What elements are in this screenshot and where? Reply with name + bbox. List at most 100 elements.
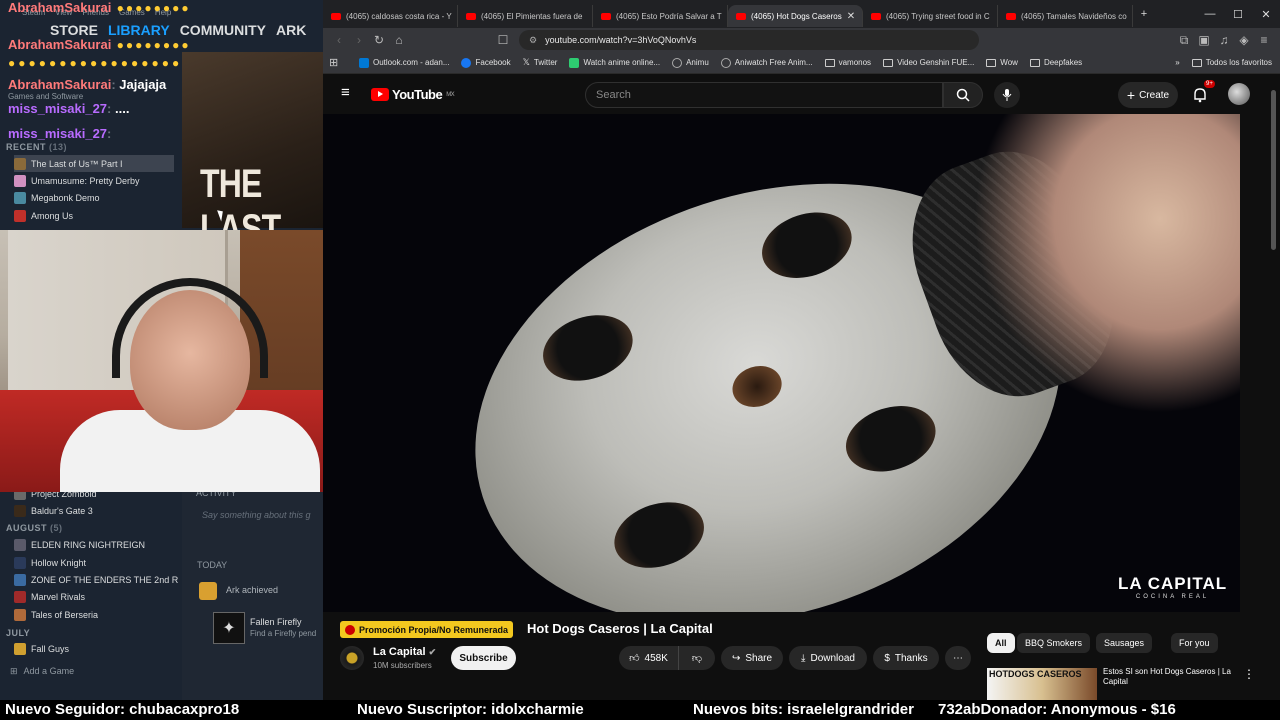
more-actions-icon[interactable]: ⋯ [945,646,971,670]
voice-search-button[interactable] [994,82,1020,108]
library-game-item[interactable]: Marvel Rivals [14,588,174,605]
browser-tab-active[interactable]: (4065) Hot Dogs Caseros ✕ [728,5,863,27]
plus-icon: ⊞ [10,666,18,676]
sidebar-icon[interactable]: ▣ [1194,33,1214,47]
reload-icon[interactable]: ↻ [369,33,389,47]
recommended-more-icon[interactable]: ⋮ [1243,667,1255,681]
add-game-button[interactable]: ⊞ Add a Game [10,666,74,677]
game-title: The Last of Us™ Part I [31,158,123,169]
chat-line: miss_misaki_27: [8,126,112,141]
august-section-header[interactable]: AUGUST (5) [6,523,63,533]
game-title: Baldur's Gate 3 [31,505,93,516]
tab-title: (4065) caldosas costa rica - Y [346,11,452,21]
globe-icon [672,57,683,68]
tab-close-icon[interactable]: ✕ [847,11,855,22]
search-button[interactable] [943,82,983,108]
bookmark-item[interactable]: Animu [672,57,709,68]
settings-menu-icon[interactable]: ≡ [1254,33,1274,47]
browser-tab[interactable]: (4065) Esto Podría Salvar a T [593,5,728,27]
hamburger-menu-icon[interactable]: ≡ [341,85,350,100]
library-game-item[interactable]: Hollow Knight [14,554,174,571]
channel-name[interactable]: La Capital ✔ [373,646,436,658]
new-tab-icon[interactable]: + [1133,8,1155,20]
watermark-main: LA CAPITAL [1118,574,1228,593]
bookmark-folder[interactable]: Deepfakes [1029,58,1082,67]
chat-user: miss_misaki_27 [8,126,108,141]
folder-icon [883,58,894,67]
close-window-icon[interactable]: ✕ [1252,8,1280,21]
chip-sausages[interactable]: Sausages [1096,633,1153,653]
site-info-icon[interactable]: ⚙ [529,35,537,46]
dislike-button[interactable]: 👎︎ [679,646,715,670]
plate-hole [837,395,945,483]
library-game-item[interactable]: The Last of Us™ Part I [14,155,174,172]
page-scrollbar[interactable] [1271,90,1276,250]
channel-watermark: LA CAPITAL COCINA REAL [1118,574,1227,600]
library-game-item[interactable]: Among Us [14,207,174,224]
bookmark-folder[interactable]: vamonos [824,58,871,67]
like-button[interactable]: 👍︎ 458K [619,646,679,670]
tab-title: (4065) Tamales Navideños co [1021,11,1127,21]
folder-icon [1191,58,1202,67]
bookmark-icon[interactable]: ☐ [493,33,513,47]
activity-input[interactable]: Say something about this g [202,510,311,520]
recent-section-header[interactable]: RECENT (13) [6,142,67,152]
browser-tab[interactable]: (4065) Trying street food in C [863,5,998,27]
library-game-item[interactable]: ELDEN RING NIGHTREIGN [14,536,174,553]
wallet-icon[interactable]: ◈ [1234,33,1254,47]
maximize-icon[interactable]: ☐ [1224,8,1252,21]
account-avatar[interactable] [1228,83,1250,105]
library-game-item[interactable]: Tales of Berseria [14,606,174,623]
bookmark-item[interactable]: Watch anime online... [569,57,660,68]
all-bookmarks-folder[interactable]: Todos los favoritos [1191,58,1272,67]
back-icon[interactable]: ‹ [329,33,349,47]
video-player[interactable]: LA CAPITAL COCINA REAL [323,114,1240,612]
video-frame-hand [973,114,1240,414]
browser-tab[interactable]: (4065) El Pimientas fuera de [458,5,593,27]
browser-tab[interactable]: (4065) caldosas costa rica - Y [323,5,458,27]
minimize-icon[interactable]: — [1196,8,1224,20]
nav-community[interactable]: COMMUNITY [180,22,266,42]
bookmark-item[interactable]: Aniwatch Free Anim... [720,57,813,68]
browser-tab[interactable]: (4065) Tamales Navideños co [998,5,1133,27]
thanks-button[interactable]: $ Thanks [873,646,939,670]
promotion-badge[interactable]: Promoción Propia/No Remunerada [340,621,514,638]
create-button[interactable]: + Create [1118,82,1178,108]
chat-line: AbrahamSakurai: Jajajaja [8,77,167,92]
bookmark-folder[interactable]: Video Genshin FUE... [883,58,974,67]
library-game-item[interactable]: Baldur's Gate 3 [14,502,174,519]
bookmark-item[interactable]: Outlook.com - adan... [359,57,449,68]
chip-bbq-smokers[interactable]: BBQ Smokers [1017,633,1091,653]
bookmark-item[interactable]: 𝕏 Twitter [523,57,558,68]
library-game-item[interactable]: Megabonk Demo [14,189,174,206]
music-icon[interactable]: ♫ [1214,33,1234,47]
chip-for-you[interactable]: For you [1171,633,1218,653]
library-game-item[interactable]: ZONE OF THE ENDERS THE 2nd R [14,571,178,588]
home-icon[interactable]: ⌂ [389,33,409,47]
download-button[interactable]: ⤓ Download [789,646,867,670]
forward-icon[interactable]: › [349,33,369,47]
share-button[interactable]: ↪ Share [721,646,783,670]
url-bar[interactable]: ⚙ youtube.com/watch?v=3hVoQNovhVs [519,30,979,50]
chat-user: AbrahamSakurai [8,37,112,52]
july-section-header[interactable]: JULY [6,628,30,638]
recommended-video-title[interactable]: Estos SI son Hot Dogs Caseros | La Capit… [1103,667,1248,687]
subscribe-button[interactable]: Subscribe [451,646,516,670]
folder-icon [824,58,835,67]
nav-ark[interactable]: ARK [276,22,306,42]
youtube-logo[interactable]: YouTube MX [371,87,455,102]
recommended-video-thumbnail[interactable]: HOTDOGS CASEROS [987,668,1097,700]
channel-avatar[interactable] [340,646,364,670]
game-icon [14,174,26,187]
library-game-item[interactable]: Umamusume: Pretty Derby [14,172,174,189]
apps-grid-icon[interactable]: ⊞ [329,56,347,69]
chip-all[interactable]: All [987,633,1015,653]
address-toolbar: ‹ › ↻ ⌂ ☐ ⚙ youtube.com/watch?v=3hVoQNov… [323,28,1280,52]
youtube-favicon-icon [736,12,746,20]
search-input[interactable]: Search [585,82,943,108]
library-game-item[interactable]: Fall Guys [14,640,174,657]
bookmarks-overflow-icon[interactable]: » [1175,58,1179,67]
bookmark-item[interactable]: Facebook [461,57,511,68]
extensions-icon[interactable]: ⧉ [1174,33,1194,48]
bookmark-folder[interactable]: Wow [986,58,1018,67]
